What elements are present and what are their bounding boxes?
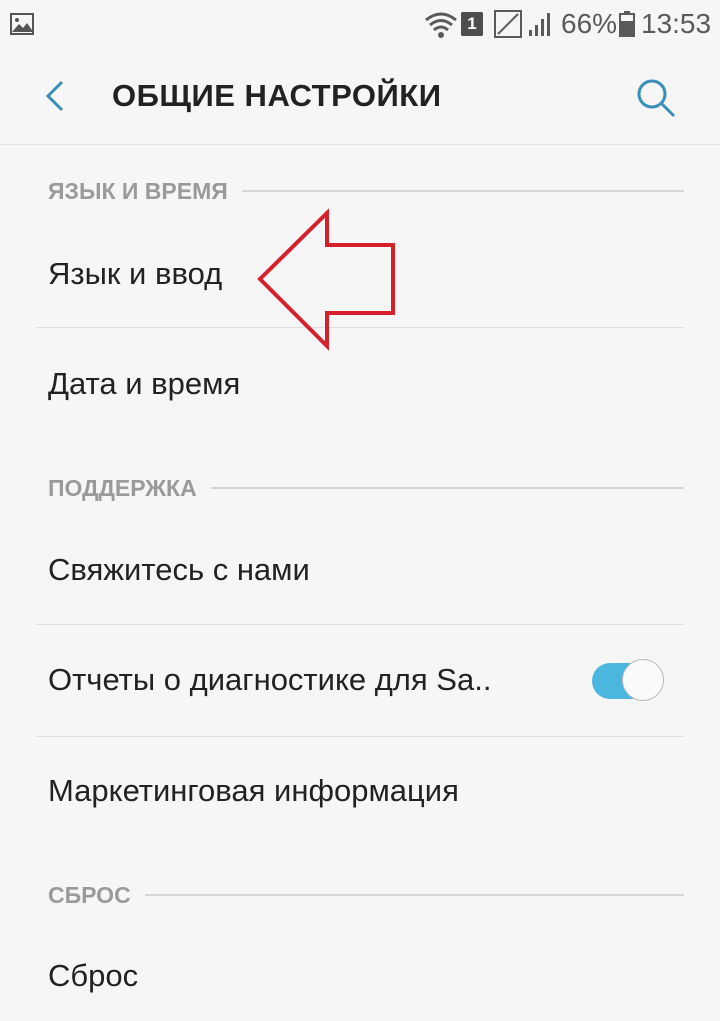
menu-item-date-time[interactable]: Дата и время <box>48 366 684 402</box>
battery-icon <box>619 11 635 37</box>
menu-item-label: Сброс <box>48 958 139 993</box>
chevron-left-icon[interactable] <box>36 76 76 116</box>
menu-item-reset[interactable]: Сброс <box>48 958 684 994</box>
menu-item-label: Отчеты о диагностике для Sa.. <box>48 662 492 697</box>
signal-empty-icon <box>494 10 522 38</box>
section-divider <box>144 894 684 896</box>
sim-badge: 1 <box>461 12 483 36</box>
divider <box>36 736 684 737</box>
divider <box>36 624 684 625</box>
annotation-arrow-icon <box>257 208 395 351</box>
section-header-label: СБРОС <box>48 881 131 908</box>
menu-item-marketing-info[interactable]: Маркетинговая информация <box>48 773 684 809</box>
section-header-label: ЯЗЫК И ВРЕМЯ <box>48 177 228 204</box>
page-title: ОБЩИЕ НАСТРОЙКИ <box>112 78 442 113</box>
section-header-language-time: ЯЗЫК И ВРЕМЯ <box>48 176 684 206</box>
diagnostics-toggle[interactable] <box>592 659 666 703</box>
battery-percent: 66% <box>561 8 618 39</box>
section-header-support: ПОДДЕРЖКА <box>48 473 684 503</box>
wifi-icon <box>425 12 457 38</box>
app-bar: ОБЩИЕ НАСТРОЙКИ <box>0 50 720 145</box>
menu-item-label: Язык и ввод <box>48 256 223 291</box>
signal-strength-icon <box>529 13 550 36</box>
clock: 13:53 <box>641 8 712 39</box>
menu-item-label: Маркетинговая информация <box>48 773 459 808</box>
menu-item-label: Свяжитесь с нами <box>48 552 310 587</box>
menu-item-label: Дата и время <box>48 366 241 401</box>
section-header-reset: СБРОС <box>48 880 684 910</box>
section-header-label: ПОДДЕРЖКА <box>48 474 197 501</box>
section-divider <box>210 487 684 489</box>
menu-item-contact-us[interactable]: Свяжитесь с нами <box>48 552 684 588</box>
search-icon[interactable] <box>632 74 680 122</box>
gallery-notification-icon <box>10 13 34 35</box>
section-divider <box>241 190 684 192</box>
status-bar: 1 66% 13:53 <box>0 0 720 50</box>
menu-item-diagnostics[interactable]: Отчеты о диагностике для Sa.. <box>48 662 684 698</box>
toggle-knob <box>622 659 664 701</box>
